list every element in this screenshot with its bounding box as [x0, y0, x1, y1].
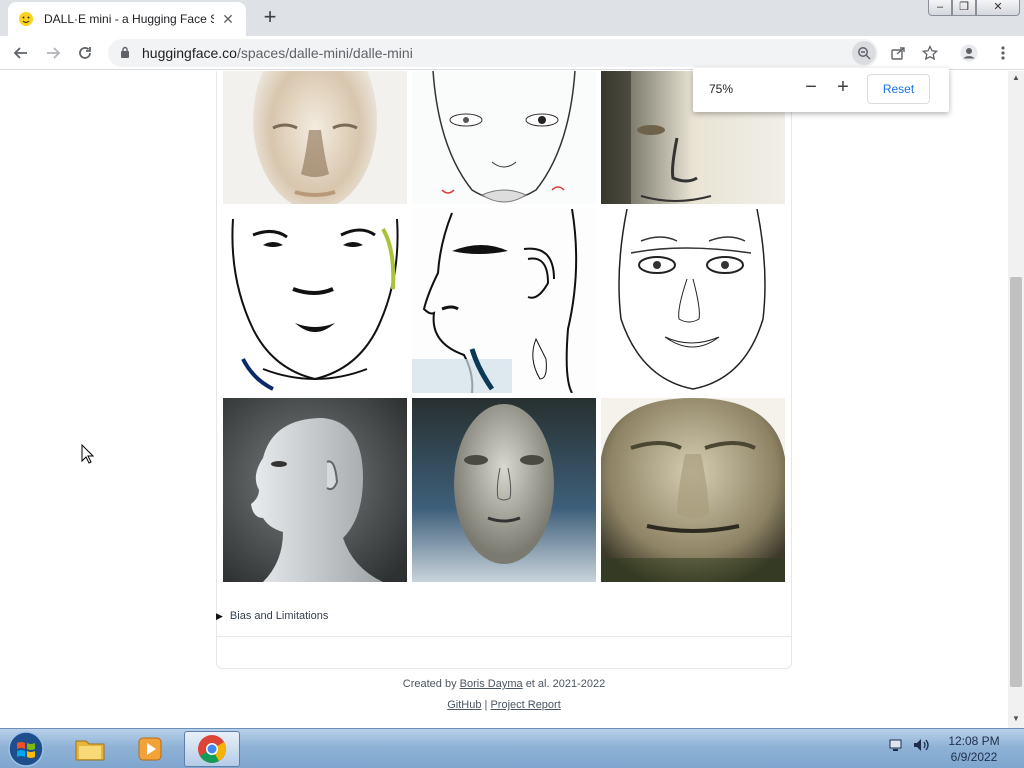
- bias-limitations-toggle[interactable]: ▶ Bias and Limitations: [216, 610, 328, 622]
- scroll-up-arrow-icon[interactable]: ▲: [1008, 73, 1024, 85]
- bias-limitations-label: Bias and Limitations: [229, 610, 329, 622]
- generated-image[interactable]: [223, 398, 407, 582]
- disclosure-triangle-icon: ▶: [216, 610, 223, 621]
- share-icon[interactable]: [885, 40, 911, 66]
- tab-close-icon[interactable]: ✕: [220, 11, 236, 27]
- clock-time: 12:08 PM: [948, 734, 1000, 748]
- credits-suffix: et al. 2021-2022: [525, 678, 606, 690]
- generated-image[interactable]: [601, 398, 785, 582]
- zoom-level: 75%: [709, 82, 734, 96]
- zoom-out-button[interactable]: −: [801, 77, 821, 98]
- url-host: huggingface.co: [142, 45, 237, 61]
- window-controls: – ❐ ✕: [928, 0, 1020, 18]
- reload-icon: [79, 47, 91, 59]
- windows-taskbar: 12:08 PM 6/9/2022: [0, 728, 1024, 768]
- menu-kebab-icon[interactable]: [990, 40, 1016, 66]
- image-gallery: [216, 71, 792, 669]
- back-arrow-icon: [13, 47, 27, 59]
- url-path: /spaces/dalle-mini/dalle-mini: [236, 45, 413, 61]
- volume-icon[interactable]: [912, 737, 930, 756]
- taskbar-chrome[interactable]: [184, 731, 240, 767]
- scroll-down-arrow-icon[interactable]: ▼: [1008, 714, 1024, 726]
- close-window-button[interactable]: ✕: [976, 0, 1020, 16]
- lock-icon: [120, 46, 132, 60]
- minimize-button[interactable]: –: [928, 0, 952, 16]
- generated-image[interactable]: [412, 209, 596, 393]
- zoom-in-button[interactable]: +: [833, 77, 853, 98]
- generated-image[interactable]: [601, 209, 785, 393]
- author-link[interactable]: Boris Dayma: [460, 678, 523, 690]
- links-line: GitHub | Project Report: [216, 699, 792, 711]
- system-clock[interactable]: 12:08 PM 6/9/2022: [944, 733, 1004, 765]
- folder-icon: [75, 740, 105, 761]
- browser-tab[interactable]: DALL·E mini - a Hugging Face Sp ✕: [8, 2, 246, 36]
- generated-image[interactable]: [412, 398, 596, 582]
- vertical-scrollbar[interactable]: ▲ ▼: [1008, 71, 1024, 728]
- tab-strip: DALL·E mini - a Hugging Face Sp ✕ + – ❐ …: [0, 0, 1024, 36]
- windows-logo-icon: [8, 731, 44, 767]
- created-by-text: Created by: [402, 678, 457, 690]
- mouse-cursor-icon: [81, 444, 95, 464]
- generated-image[interactable]: [412, 71, 596, 204]
- media-player-icon: [138, 737, 162, 761]
- system-tray: [888, 737, 930, 756]
- taskbar-explorer[interactable]: [62, 731, 118, 767]
- clock-date: 6/9/2022: [950, 750, 998, 764]
- generated-image[interactable]: [223, 71, 407, 204]
- taskbar-media-player[interactable]: [122, 731, 178, 767]
- hugging-face-icon: [18, 11, 34, 27]
- start-button[interactable]: [6, 731, 46, 767]
- divider: [216, 636, 792, 637]
- back-button[interactable]: [8, 40, 34, 66]
- project-report-link[interactable]: Project Report: [490, 699, 560, 711]
- tab-title: DALL·E mini - a Hugging Face Sp: [44, 12, 214, 26]
- zoom-reset-button[interactable]: Reset: [867, 74, 930, 104]
- reload-button[interactable]: [72, 40, 98, 66]
- address-bar[interactable]: huggingface.co/spaces/dalle-mini/dalle-m…: [108, 39, 878, 67]
- zoom-popup: 75% − + Reset: [693, 68, 949, 112]
- forward-arrow-icon: [47, 47, 61, 59]
- maximize-button[interactable]: ❐: [952, 0, 976, 16]
- browser-toolbar: huggingface.co/spaces/dalle-mini/dalle-m…: [0, 36, 1024, 70]
- link-separator: |: [484, 699, 488, 711]
- profile-avatar-icon[interactable]: [956, 40, 982, 66]
- github-link[interactable]: GitHub: [447, 699, 481, 711]
- new-tab-button[interactable]: +: [258, 6, 282, 30]
- generated-image[interactable]: [223, 209, 407, 393]
- forward-button[interactable]: [40, 40, 66, 66]
- page-viewport: ▶ Bias and Limitations Created by Boris …: [0, 71, 1008, 728]
- scrollbar-thumb[interactable]: [1010, 277, 1022, 687]
- chrome-icon: [198, 735, 226, 763]
- url-text: huggingface.co/spaces/dalle-mini/dalle-m…: [142, 45, 413, 61]
- credits-line: Created by Boris Dayma et al. 2021-2022: [216, 678, 792, 690]
- zoom-icon[interactable]: [852, 41, 876, 65]
- bookmark-star-icon[interactable]: [917, 40, 943, 66]
- network-icon[interactable]: [888, 737, 904, 756]
